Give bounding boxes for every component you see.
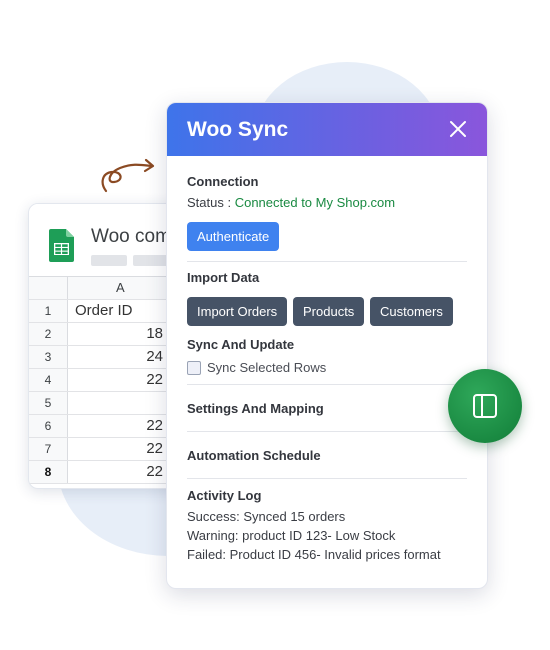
corner-cell xyxy=(29,277,68,299)
sidebar-panel-icon xyxy=(473,394,497,418)
sync-selected-rows-label: Sync Selected Rows xyxy=(207,360,327,375)
divider xyxy=(187,478,467,479)
sidebar-toggle-button[interactable] xyxy=(448,369,522,443)
authenticate-button[interactable]: Authenticate xyxy=(187,222,280,251)
row-number[interactable]: 5 xyxy=(29,392,68,414)
connection-title: Connection xyxy=(187,174,259,189)
woo-sync-panel: Woo Sync Connection Status : Connected t… xyxy=(166,102,488,589)
import-orders-button[interactable]: Import Orders xyxy=(187,297,288,326)
import-data-title: Import Data xyxy=(187,270,260,285)
sync-selected-rows-checkbox[interactable] xyxy=(187,361,201,375)
row-number[interactable]: 4 xyxy=(29,369,68,391)
panel-title: Woo Sync xyxy=(187,118,289,141)
connection-status: Status : Connected to My Shop.com xyxy=(187,195,395,210)
panel-header: Woo Sync xyxy=(167,103,487,156)
log-entry-success: Success: Synced 15 orders xyxy=(187,509,346,524)
sync-update-title: Sync And Update xyxy=(187,337,295,352)
row-number[interactable]: 8 xyxy=(29,461,68,483)
log-entry-warning: Warning: product ID 123- Low Stock xyxy=(187,528,396,543)
status-label: Status : xyxy=(187,195,232,210)
customers-button[interactable]: Customers xyxy=(370,297,453,326)
divider xyxy=(187,431,467,432)
row-number[interactable]: 1 xyxy=(29,300,68,322)
settings-mapping-title[interactable]: Settings And Mapping xyxy=(187,401,324,416)
row-number[interactable]: 2 xyxy=(29,323,68,345)
status-value: Connected to My Shop.com xyxy=(234,195,396,210)
activity-log-title: Activity Log xyxy=(187,488,262,503)
products-button[interactable]: Products xyxy=(293,297,365,326)
row-number[interactable]: 3 xyxy=(29,346,68,368)
curly-arrow-icon xyxy=(101,158,155,193)
divider xyxy=(187,384,467,385)
google-sheets-icon xyxy=(49,229,74,262)
row-number[interactable]: 7 xyxy=(29,438,68,460)
toolbar-placeholder xyxy=(91,255,127,266)
close-icon[interactable] xyxy=(447,118,469,140)
row-number[interactable]: 6 xyxy=(29,415,68,437)
divider xyxy=(187,261,467,262)
toolbar-placeholder xyxy=(133,255,169,266)
spreadsheet-title: Woo com xyxy=(91,226,171,247)
log-entry-failed: Failed: Product ID 456- Invalid prices f… xyxy=(187,547,441,562)
automation-schedule-title[interactable]: Automation Schedule xyxy=(187,448,321,463)
